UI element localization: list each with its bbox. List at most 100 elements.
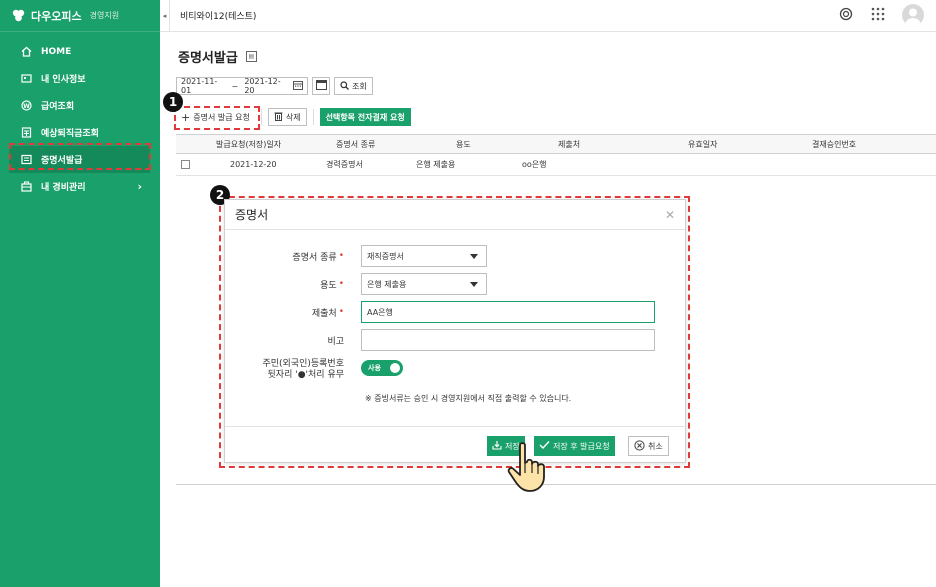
- date-filter: 2021-11-01 ~ 2021-12-20 조회: [176, 77, 373, 95]
- rrn-mask-label: 주민(외국인)등록번호 뒷자리 '●'처리 유무: [262, 357, 344, 383]
- toolbar-divider: [312, 109, 314, 125]
- pointer-hand-icon: [506, 441, 552, 496]
- column-header[interactable]: 유효일자: [688, 135, 717, 153]
- column-header[interactable]: 제출처: [558, 135, 580, 153]
- sidebar-item-label: 내 경비관리: [41, 183, 86, 193]
- note-input[interactable]: [361, 329, 655, 351]
- sidebar-item-label: 내 인사정보: [41, 75, 86, 85]
- sidebar-item-severance[interactable]: 예상퇴직금조회: [0, 119, 160, 146]
- form-row-purpose: 용도 • 은행 제출용: [225, 273, 687, 295]
- cancel-button-label: 취소: [648, 441, 663, 451]
- modal-title: 증명서: [235, 208, 269, 222]
- date-to[interactable]: 2021-12-20: [244, 77, 289, 95]
- daou-logo-icon: [12, 9, 25, 22]
- submit-to-label: 제출처 •: [312, 301, 344, 323]
- sidebar-nav: HOME 내 인사정보 W 급여조회 예상퇴직금조회 증명서발급 내 경비관리 …: [0, 38, 160, 200]
- note-label: 비고: [327, 336, 344, 347]
- search-button[interactable]: 조회: [334, 77, 373, 95]
- cancel-button[interactable]: 취소: [628, 436, 669, 456]
- search-icon: [340, 80, 349, 92]
- sidebar: 다우오피스 경영지원 HOME 내 인사정보 W 급여조회 예상퇴직금조회 증명…: [0, 0, 160, 587]
- delete-button-label: 삭제: [285, 112, 301, 122]
- delete-button[interactable]: 삭제: [267, 108, 307, 126]
- calendar-button[interactable]: [312, 77, 330, 95]
- row-checkbox-cell: [181, 154, 190, 175]
- required-mark: •: [338, 251, 344, 261]
- notice-text: ※ 증빙서류는 승인 시 경영지원에서 직접 출력할 수 있습니다.: [365, 394, 572, 403]
- purpose-select[interactable]: 은행 제출용: [361, 273, 487, 295]
- calendar-icon[interactable]: [293, 80, 303, 92]
- cert-type-label: 증명서 종류 •: [292, 245, 344, 267]
- app-name: 다우오피스: [31, 9, 82, 23]
- calendar-icon: [315, 79, 327, 93]
- label-text: 용도: [320, 280, 337, 291]
- close-icon[interactable]: ✕: [665, 208, 675, 222]
- column-header[interactable]: 증명서 종류: [336, 135, 375, 153]
- column-header[interactable]: 용도: [456, 135, 471, 153]
- table-header: 발급요청(저장)일자 증명서 종류 용도 제출처 유효일자 결재승인번호: [176, 134, 936, 154]
- collapse-sidebar-button[interactable]: ◂: [160, 0, 170, 32]
- column-header[interactable]: 결재승인번호: [812, 135, 856, 153]
- form-row-rrn-mask: 주민(외국인)등록번호 뒷자리 '●'처리 유무 사용: [225, 357, 687, 383]
- modal-footer: 저장 저장 후 발급요청 취소: [225, 426, 687, 464]
- app-grid-icon[interactable]: [870, 6, 886, 25]
- sidebar-item-expense[interactable]: 내 경비관리 ›: [0, 173, 160, 200]
- table-cell: oo은행: [522, 160, 547, 169]
- toolbar-divider: [260, 109, 262, 125]
- toggle-label: 사용: [368, 364, 381, 372]
- page-title-text: 증명서발급: [178, 51, 238, 66]
- date-range-input[interactable]: 2021-11-01 ~ 2021-12-20: [176, 77, 308, 95]
- dropdown-caret-icon: [470, 254, 478, 259]
- sidebar-item-label: HOME: [41, 46, 72, 57]
- chevron-right-icon: ›: [137, 180, 142, 193]
- purpose-label: 용도 •: [320, 273, 344, 295]
- highlight-box-menu: [9, 143, 151, 170]
- select-value: 재직증명서: [367, 251, 404, 261]
- table-bottom-border: [176, 484, 936, 485]
- download-icon: [492, 440, 502, 452]
- step-badge-1: 1: [163, 92, 183, 112]
- required-mark: •: [338, 279, 344, 289]
- topbar: ◂ 비티와이12(테스트): [160, 0, 936, 32]
- date-separator: ~: [231, 81, 239, 91]
- date-from[interactable]: 2021-11-01: [181, 77, 226, 95]
- brand[interactable]: 다우오피스 경영지원: [0, 0, 160, 32]
- label-text: 뒷자리 '●'처리 유무: [267, 370, 344, 380]
- dropdown-caret-icon: [470, 282, 478, 287]
- label-text: 주민(외국인)등록번호: [262, 359, 344, 369]
- rrn-mask-toggle[interactable]: 사용: [361, 360, 403, 376]
- calculator-icon: [20, 127, 32, 139]
- company-name[interactable]: 비티와이12(테스트): [180, 9, 256, 22]
- column-header[interactable]: 발급요청(저장)일자: [216, 135, 281, 153]
- search-button-label: 조회: [352, 81, 367, 91]
- sidebar-item-hr-info[interactable]: 내 인사정보: [0, 65, 160, 92]
- app-module: 경영지원: [89, 11, 120, 20]
- sidebar-item-label: 급여조회: [41, 102, 75, 112]
- table-row[interactable]: 2021-12-20 경력증명서 은행 제출용 oo은행: [176, 154, 936, 176]
- sidebar-item-salary[interactable]: W 급여조회: [0, 92, 160, 119]
- cancel-circle-icon: [634, 439, 645, 453]
- page-title: 증명서발급 ▤: [178, 47, 257, 66]
- certificate-table: 발급요청(저장)일자 증명서 종류 용도 제출처 유효일자 결재승인번호 202…: [176, 134, 936, 176]
- approval-request-button[interactable]: 선택항목 전자결재 요청: [319, 108, 411, 126]
- required-mark: •: [338, 307, 344, 317]
- cert-type-select[interactable]: 재직증명서: [361, 245, 487, 267]
- modal-header: 증명서 ✕: [225, 200, 685, 230]
- submit-to-input[interactable]: AA은행: [361, 301, 655, 323]
- sidebar-item-home[interactable]: HOME: [0, 38, 160, 65]
- sidebar-item-label: 예상퇴직금조회: [41, 129, 99, 139]
- headset-icon[interactable]: [838, 6, 854, 25]
- guide-icon[interactable]: ▤: [245, 51, 257, 62]
- home-icon: [20, 46, 32, 58]
- label-text: 증명서 종류: [292, 252, 337, 263]
- toggle-knob: [390, 363, 400, 373]
- highlight-box-request: [174, 106, 260, 130]
- label-text: 제출처: [311, 308, 337, 319]
- save-request-label: 저장 후 발급요청: [553, 441, 610, 451]
- select-value: 은행 제출용: [367, 279, 407, 289]
- top-icons: [838, 4, 924, 26]
- avatar[interactable]: [902, 4, 924, 26]
- row-checkbox[interactable]: [181, 160, 190, 169]
- table-cell: 2021-12-20: [230, 160, 277, 169]
- id-card-icon: [20, 73, 32, 85]
